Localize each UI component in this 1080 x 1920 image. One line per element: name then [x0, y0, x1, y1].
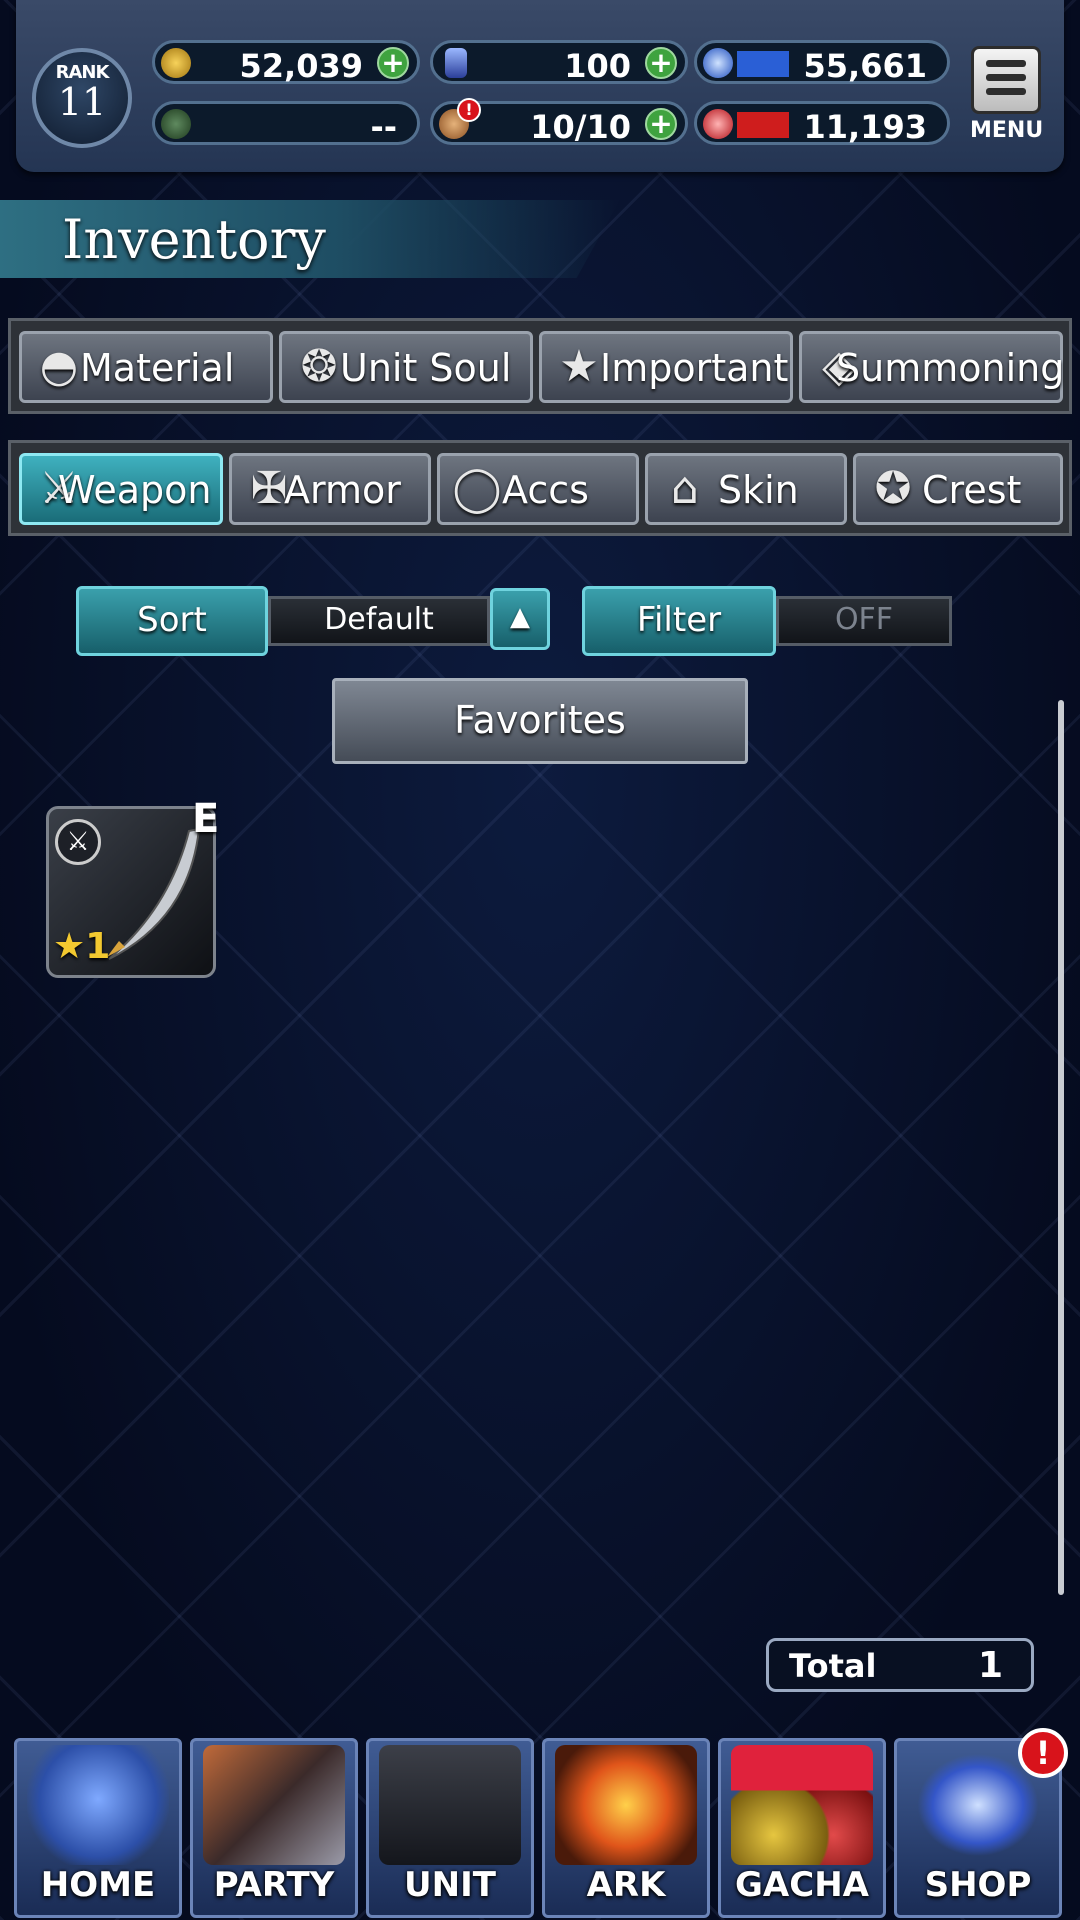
page-title: Inventory — [62, 208, 326, 271]
tab-skin[interactable]: ⌂ Skin — [645, 453, 847, 525]
tab-unit-soul[interactable]: ❂ Unit Soul — [279, 331, 533, 403]
tab-label: Crest — [922, 468, 1022, 512]
tab-crest[interactable]: ✪ Crest — [853, 453, 1063, 525]
total-label: Total — [789, 1647, 877, 1685]
gil-value: 52,039 — [239, 47, 363, 85]
soul-icon: ❂ — [300, 341, 338, 392]
stamina-value: -- — [370, 108, 397, 146]
nav-label: ARK — [586, 1865, 666, 1905]
party-icon — [203, 1745, 345, 1865]
crystal-counter[interactable]: 100 + — [430, 40, 688, 85]
bottom-navigation: HOME PARTY UNIT ARK GACHA SHOP — [0, 1730, 1080, 1920]
scrollbar[interactable] — [1058, 700, 1064, 1595]
hanger-icon: ⌂ — [671, 463, 699, 514]
nav-home[interactable]: HOME — [14, 1738, 182, 1918]
shop-alert-badge: ! — [1018, 1728, 1068, 1778]
tab-weapon[interactable]: ⚔ Weapon — [19, 453, 223, 525]
rank-value: 11 — [57, 80, 107, 124]
weapon-item-card[interactable]: ⚔ ★1 — [46, 806, 216, 978]
equipment-tab-row: ⚔ Weapon ✠ Armor ◯ Accs ⌂ Skin ✪ Crest — [8, 440, 1072, 536]
total-counter: Total 1 — [766, 1638, 1034, 1692]
add-crystal-button[interactable]: + — [645, 47, 677, 79]
total-value: 1 — [977, 1645, 1003, 1686]
ticket-alert-icon: ! — [457, 98, 481, 122]
nav-gacha[interactable]: GACHA — [718, 1738, 886, 1918]
tab-summoning[interactable]: ◈ Summoning — [799, 331, 1065, 403]
tab-label: Accs — [502, 468, 589, 512]
nav-label: UNIT — [404, 1865, 496, 1905]
nav-label: GACHA — [735, 1865, 869, 1905]
rank-badge[interactable]: RANK 11 — [32, 48, 132, 148]
gacha-icon — [731, 1745, 873, 1865]
red-gauge: 11,193 — [694, 101, 950, 146]
tab-material[interactable]: ◓ Material — [19, 331, 273, 403]
menu-label: MENU — [970, 118, 1044, 143]
sort-button[interactable]: Sort — [76, 586, 268, 656]
tab-label: Important — [600, 346, 789, 390]
nav-unit[interactable]: UNIT — [366, 1738, 534, 1918]
tab-label: Skin — [718, 468, 799, 512]
menu-button[interactable]: MENU — [970, 46, 1044, 146]
item-rarity: ★1 — [53, 926, 110, 967]
nav-label: SHOP — [924, 1865, 1032, 1905]
nav-party[interactable]: PARTY — [190, 1738, 358, 1918]
sort-order-toggle[interactable]: ▲ — [490, 588, 550, 650]
tab-armor[interactable]: ✠ Armor — [229, 453, 431, 525]
favorites-button[interactable]: Favorites — [332, 678, 748, 764]
status-bar — [16, 0, 1064, 172]
menu-icon — [971, 46, 1041, 114]
tab-label: Armor — [284, 468, 401, 512]
sort-value[interactable]: Default — [268, 596, 490, 646]
add-gil-button[interactable]: + — [377, 47, 409, 79]
tab-label: Weapon — [58, 468, 212, 512]
nav-ark[interactable]: ARK — [542, 1738, 710, 1918]
ticket-counter[interactable]: 10/10 + ! — [430, 98, 688, 146]
tab-label: Unit Soul — [340, 346, 512, 390]
page-title-banner: Inventory — [0, 200, 620, 278]
blue-orb-icon — [703, 48, 733, 78]
equipped-badge: E — [192, 796, 220, 842]
ticket-value: 10/10 — [530, 108, 631, 146]
gil-coin-icon — [161, 48, 191, 78]
tab-label: Summoning — [836, 346, 1065, 390]
filter-button[interactable]: Filter — [582, 586, 776, 656]
category-tab-row: ◓ Material ❂ Unit Soul ★ Important ◈ Sum… — [8, 318, 1072, 414]
red-orb-icon — [703, 109, 733, 139]
blue-gauge-bar — [737, 51, 789, 77]
blue-gauge-value: 55,661 — [803, 47, 927, 85]
home-icon — [27, 1745, 169, 1865]
gil-counter[interactable]: 52,039 + — [152, 40, 420, 85]
tab-important[interactable]: ★ Important — [539, 331, 793, 403]
add-ticket-button[interactable]: + — [645, 108, 677, 140]
rarity-value: 1 — [85, 926, 111, 967]
crest-icon: ✪ — [874, 463, 912, 514]
nav-label: PARTY — [213, 1865, 335, 1905]
stamina-counter[interactable]: -- — [152, 101, 420, 146]
triangle-up-icon: ▲ — [510, 602, 530, 632]
nav-label: HOME — [40, 1865, 156, 1905]
crystal-value: 100 — [564, 47, 631, 85]
tab-accs[interactable]: ◯ Accs — [437, 453, 639, 525]
pouch-icon: ◓ — [39, 341, 79, 392]
stamina-icon — [161, 109, 191, 139]
filter-value[interactable]: OFF — [776, 596, 952, 646]
tab-label: Material — [80, 346, 235, 390]
star-icon: ★ — [53, 926, 86, 967]
red-gauge-bar — [737, 112, 789, 138]
blue-gauge: 55,661 — [694, 40, 950, 85]
phoenix-icon — [555, 1745, 697, 1865]
crystal-icon — [445, 48, 467, 78]
necklace-icon: ◯ — [452, 463, 502, 514]
star-icon: ★ — [559, 341, 599, 392]
red-gauge-value: 11,193 — [803, 108, 927, 146]
unit-icon — [379, 1745, 521, 1865]
